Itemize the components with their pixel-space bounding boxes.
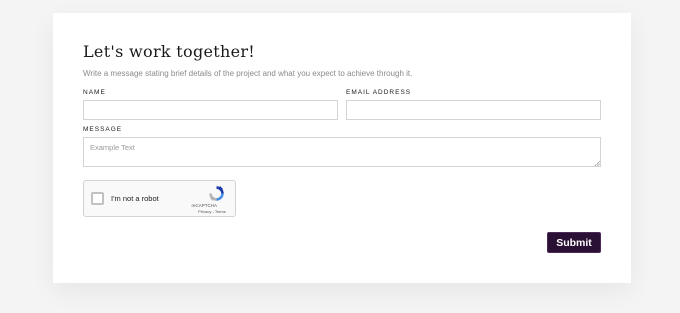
message-label: MESSAGE [83, 126, 123, 133]
resize-handle-icon[interactable] [595, 161, 600, 166]
recaptcha-brand: reCAPTCHA [191, 203, 217, 208]
recaptcha-privacy-terms-link[interactable]: Privacy - Terms [192, 209, 232, 214]
recaptcha-links[interactable]: Privacy - Terms [84, 209, 232, 214]
email-label: EMAIL ADDRESS [346, 89, 412, 96]
name-input[interactable] [83, 100, 338, 120]
name-label: NAME [83, 89, 106, 96]
message-field-wrapper [83, 137, 601, 167]
form-intro-text: Write a message stating brief details of… [83, 69, 413, 78]
email-input[interactable] [346, 100, 601, 120]
contact-form-card: Let's work together! Write a message sta… [53, 13, 631, 283]
recaptcha-logo-icon [209, 185, 224, 202]
recaptcha-widget: I'm not a robot reCAPTCHA Privacy - Term… [83, 180, 236, 217]
message-textarea[interactable] [83, 137, 601, 167]
form-title: Let's work together! [83, 42, 256, 61]
submit-button[interactable]: Submit [547, 232, 601, 253]
recaptcha-label: I'm not a robot [111, 194, 159, 203]
